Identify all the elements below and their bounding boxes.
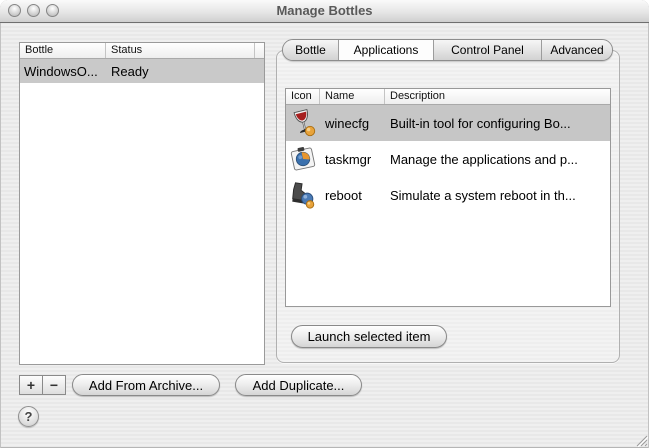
winecfg-icon (286, 108, 319, 138)
title-bar[interactable]: Manage Bottles (0, 0, 649, 23)
tab-advanced[interactable]: Advanced (541, 40, 612, 60)
add-bottle-button[interactable]: + (19, 375, 43, 395)
description-column-header[interactable]: Description (384, 89, 610, 104)
resize-grip[interactable] (634, 433, 648, 447)
scrollbar-gutter (254, 43, 264, 58)
bottle-row[interactable]: WindowsO... Ready (20, 59, 264, 83)
app-description: Built-in tool for configuring Bo... (384, 116, 610, 131)
taskmgr-icon (286, 144, 319, 174)
help-button[interactable]: ? (18, 406, 39, 427)
applications-table: Icon Name Description (285, 88, 611, 307)
add-from-archive-button[interactable]: Add From Archive... (72, 374, 220, 396)
applications-table-header: Icon Name Description (286, 89, 610, 105)
app-name: winecfg (319, 116, 384, 131)
app-description: Simulate a system reboot in th... (384, 188, 610, 203)
tab-bar: Bottle Applications Control Panel Advanc… (282, 39, 613, 61)
add-duplicate-button[interactable]: Add Duplicate... (235, 374, 362, 396)
name-column-header[interactable]: Name (319, 89, 384, 104)
window-title: Manage Bottles (0, 0, 649, 22)
table-row-reboot[interactable]: reboot Simulate a system reboot in th... (286, 177, 610, 213)
table-row-winecfg[interactable]: winecfg Built-in tool for configuring Bo… (286, 105, 610, 141)
applications-group-box: Icon Name Description (276, 50, 620, 363)
app-name: reboot (319, 188, 384, 203)
tab-control-panel[interactable]: Control Panel (433, 40, 541, 60)
launch-selected-item-button[interactable]: Launch selected item (291, 325, 447, 348)
table-row-taskmgr[interactable]: taskmgr Manage the applications and p... (286, 141, 610, 177)
reboot-icon (286, 180, 319, 210)
bottle-name-cell: WindowsO... (20, 64, 105, 79)
bottle-list-header: Bottle Status (20, 43, 264, 59)
icon-column-header[interactable]: Icon (286, 89, 319, 104)
bottle-column-header[interactable]: Bottle (20, 43, 105, 58)
status-column-header[interactable]: Status (105, 43, 254, 58)
remove-bottle-button[interactable]: − (42, 375, 66, 395)
bottle-list: Bottle Status WindowsO... Ready (19, 42, 265, 365)
app-description: Manage the applications and p... (384, 152, 610, 167)
tab-applications[interactable]: Applications (338, 40, 433, 60)
app-name: taskmgr (319, 152, 384, 167)
manage-bottles-window: Manage Bottles Bottle Status WindowsO...… (0, 0, 649, 448)
tab-bottle[interactable]: Bottle (283, 40, 338, 60)
bottle-status-cell: Ready (105, 64, 264, 79)
